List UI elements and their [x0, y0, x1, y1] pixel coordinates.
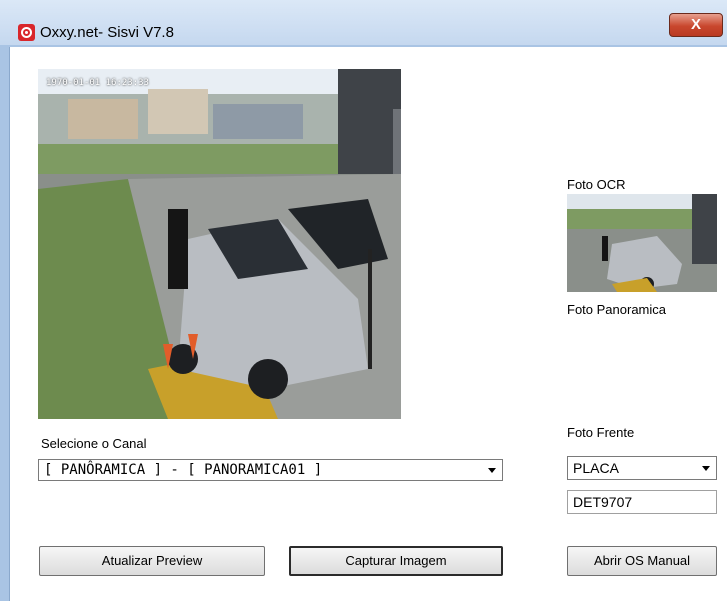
placa-input[interactable]: DET9707 [567, 490, 717, 514]
title-bar: Oxxy.net- Sisvi V7.8 X [0, 0, 727, 45]
placa-input-value: DET9707 [573, 494, 633, 510]
foto-panoramica-label: Foto Panoramica [567, 302, 666, 317]
camera-preview-image: 1970-01-01 16:23:33 [38, 69, 401, 419]
app-logo-icon [18, 24, 35, 41]
app-window: Oxxy.net- Sisvi V7.8 X 1970-01-01 16:23:… [0, 0, 727, 601]
chevron-down-icon [702, 466, 710, 471]
placa-select[interactable]: PLACA [567, 456, 717, 480]
close-button[interactable]: X [669, 13, 723, 37]
chevron-down-icon [488, 468, 496, 473]
window-title: Oxxy.net- Sisvi V7.8 [40, 24, 174, 41]
preview-timestamp: 1970-01-01 16:23:33 [46, 78, 149, 88]
canal-label: Selecione o Canal [41, 436, 147, 451]
foto-frente-label: Foto Frente [567, 425, 635, 440]
atualizar-preview-button[interactable]: Atualizar Preview [39, 546, 265, 576]
canal-select[interactable]: [ PANÔRAMICA ] - [ PANORAMICA01 ] [38, 459, 503, 481]
abrir-os-manual-button[interactable]: Abrir OS Manual [567, 546, 717, 576]
canal-select-value: [ PANÔRAMICA ] - [ PANORAMICA01 ] [44, 462, 323, 478]
foto-ocr-thumbnail [567, 194, 717, 292]
placa-select-value: PLACA [573, 460, 619, 476]
main-panel: 1970-01-01 16:23:33 Selecione o Canal [ … [9, 47, 727, 601]
capturar-imagem-button[interactable]: Capturar Imagem [289, 546, 503, 576]
foto-ocr-label: Foto OCR [567, 177, 626, 192]
